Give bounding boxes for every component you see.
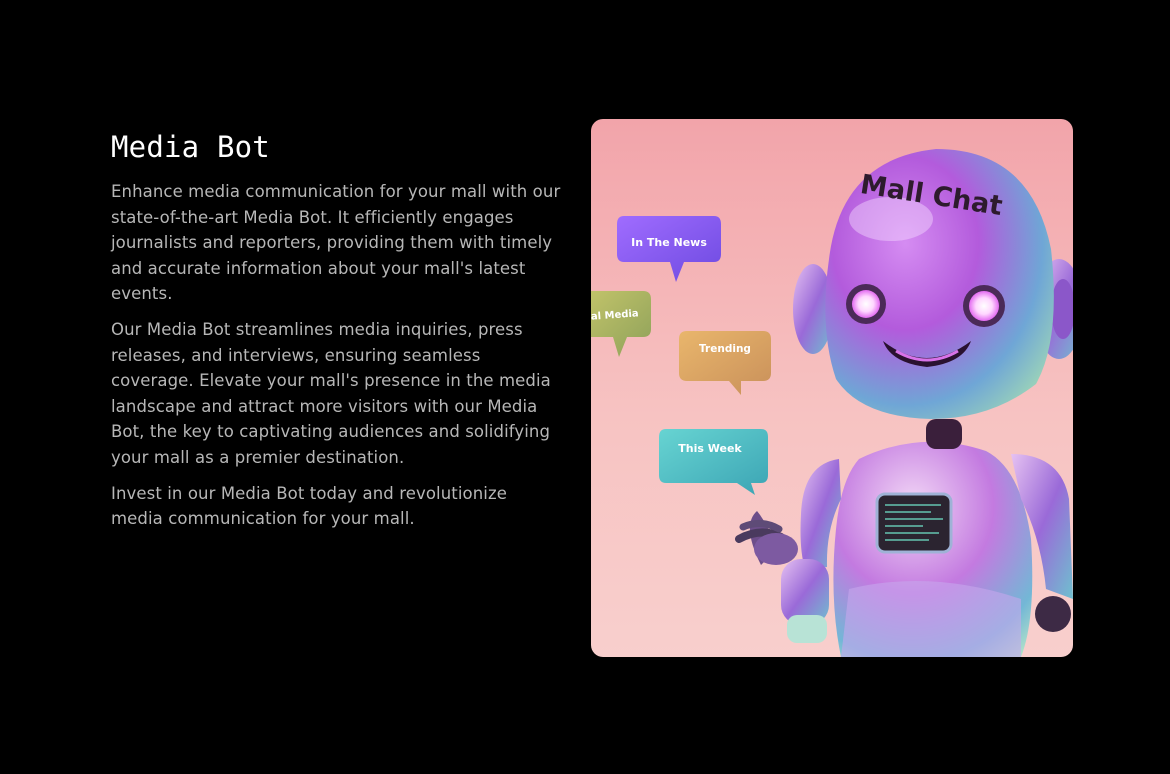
- bubble-this-week-label: This Week: [678, 442, 742, 455]
- description-paragraph-2: Our Media Bot streamlines media inquirie…: [111, 319, 551, 467]
- bubble-trending-label: Trending: [699, 343, 751, 355]
- description-paragraph-3: Invest in our Media Bot today and revolu…: [111, 483, 507, 529]
- media-bot-illustration: Mall Chat In The News al Media Trending …: [591, 119, 1073, 657]
- bubble-in-the-news-label: In The News: [631, 236, 707, 249]
- media-bot-section: Media Bot Enhance media communication fo…: [111, 128, 563, 542]
- section-title: Media Bot: [111, 130, 270, 164]
- description-paragraph-1: Enhance media communication for your mal…: [111, 182, 561, 304]
